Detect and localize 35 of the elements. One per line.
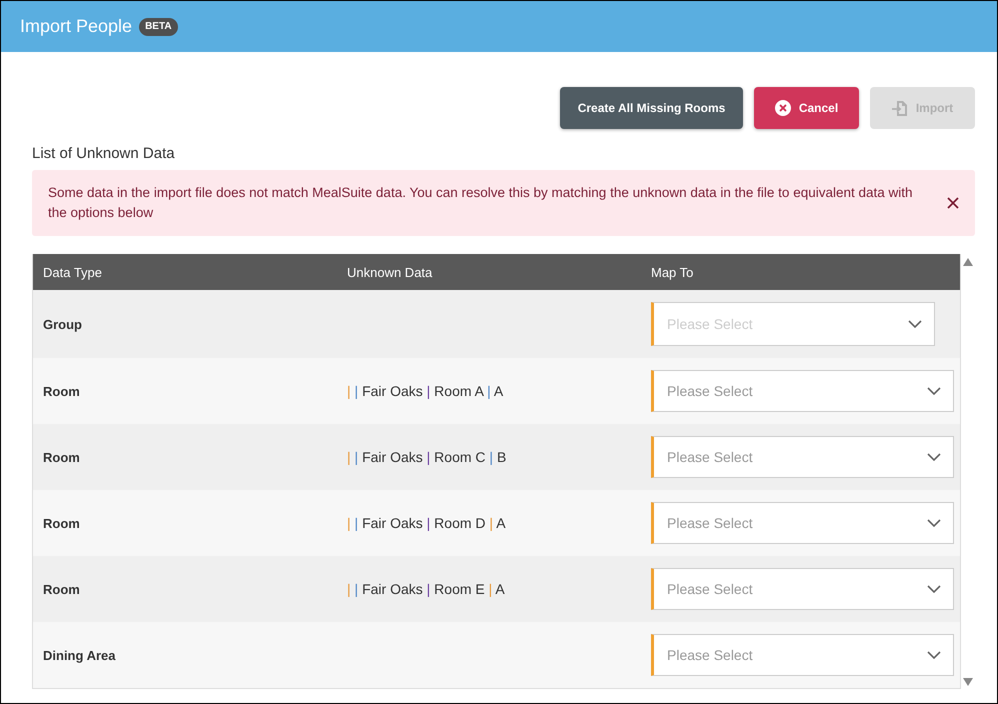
cancel-button[interactable]: Cancel [754,87,859,129]
map-to-select[interactable]: Please Select [651,568,954,610]
unknown-data-cell-text: | | Fair Oaks | Room A | A [346,383,504,399]
unknown-data-cell-text: | | Fair Oaks | Room D | A [346,515,507,531]
map-to-select[interactable]: Please Select [651,370,954,412]
chevron-down-icon [927,387,941,395]
scroll-up-icon[interactable] [963,258,973,266]
chevron-down-icon [927,651,941,659]
column-header: Unknown Data [346,264,434,280]
map-to-select[interactable]: Please Select [651,436,954,478]
chevron-down-icon [908,320,922,328]
map-to-select[interactable]: Please Select [651,502,954,544]
unknown-data-cell-text: | | Fair Oaks | Room C | B [346,449,508,465]
data-type-cell-text: Room [42,384,81,398]
unknown-data-cell-text: | | Fair Oaks | Room E | A [346,581,506,597]
data-type-cell-text: Room [42,582,81,596]
section-title: List of Unknown Data [32,144,176,164]
scroll-down-icon[interactable] [963,678,973,686]
column-header: Data Type [42,264,104,280]
alert-message: Some data in the import file does not match MealSuite data. You can resolve this by matching the unknown data in the file to equivalent data with the options below [48,184,914,222]
chevron-down-icon [927,585,941,593]
create-rooms-button[interactable]: Create All Missing Rooms [560,87,743,129]
chevron-down-icon [927,519,941,527]
data-type-cell-text: Room [42,450,81,464]
column-header: Map To [650,264,694,280]
map-to-select[interactable]: Please Select [651,634,954,676]
cancel-circle-icon [774,100,791,116]
data-type-cell-text: Dining Area [42,648,116,662]
close-icon[interactable] [947,197,959,209]
file-arrow-icon [892,100,908,116]
chevron-down-icon [927,453,941,461]
data-type-cell-text: Room [42,516,81,530]
beta-badge: BETA [139,18,178,36]
data-type-cell-text: Group [42,316,83,332]
page-title: Import People [20,16,132,37]
